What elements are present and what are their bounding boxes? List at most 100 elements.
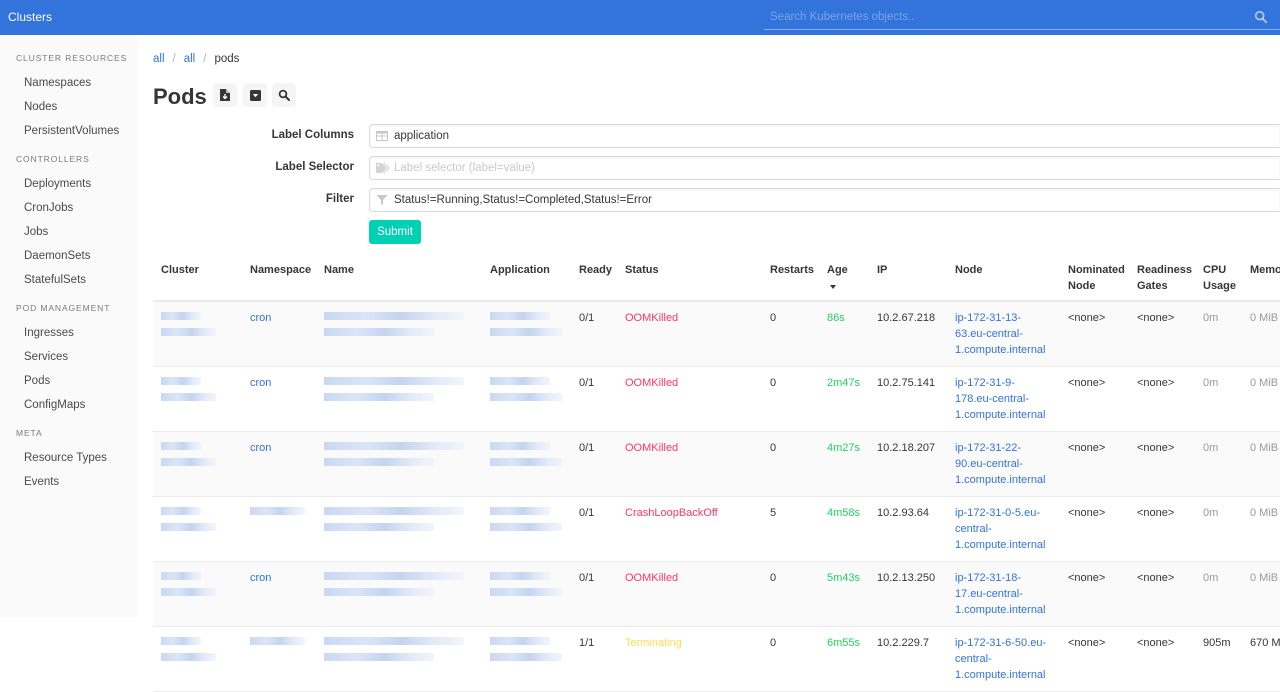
ready-cell: 0/1 bbox=[571, 366, 617, 432]
column-header-cpu-usage[interactable]: CPU Usage bbox=[1195, 254, 1242, 302]
sort-descending-icon bbox=[830, 285, 836, 289]
node-link[interactable]: ip-172-31-6-50.eu-central-1.compute.inte… bbox=[955, 637, 1046, 681]
memory-usage-cell: 0 MiB bbox=[1242, 301, 1280, 367]
sidebar-item-pods[interactable]: Pods bbox=[24, 375, 50, 387]
sidebar-item-configmaps[interactable]: ConfigMaps bbox=[24, 399, 85, 411]
sidebar-section-pod-management: Pod Management bbox=[16, 303, 111, 313]
sidebar-item-jobs[interactable]: Jobs bbox=[24, 226, 48, 238]
column-header-nominated-node[interactable]: Nominated Node bbox=[1060, 254, 1129, 302]
sidebar-item-statefulsets[interactable]: StatefulSets bbox=[24, 274, 86, 286]
breadcrumb-namespace-link[interactable]: all bbox=[184, 53, 196, 65]
namespace-cell: cron bbox=[242, 301, 316, 367]
column-header-cluster[interactable]: Cluster bbox=[153, 254, 242, 302]
search-input[interactable] bbox=[764, 6, 1244, 28]
application-cell bbox=[482, 366, 571, 432]
expand-toggle-button[interactable] bbox=[243, 83, 267, 107]
namespace-link[interactable]: cron bbox=[250, 312, 271, 324]
node-link[interactable]: ip-172-31-9-178.eu-central-1.compute.int… bbox=[955, 377, 1046, 421]
sidebar-item-ingresses[interactable]: Ingresses bbox=[24, 327, 74, 339]
top-navbar: Clusters bbox=[0, 0, 1280, 35]
column-header-application[interactable]: Application bbox=[482, 254, 571, 302]
namespace-link[interactable]: cron bbox=[250, 572, 271, 584]
column-header-node[interactable]: Node bbox=[947, 254, 1060, 302]
cluster-redacted bbox=[161, 523, 216, 531]
nominated-node-cell: <none> bbox=[1060, 496, 1129, 562]
node-cell: ip-172-31-9-178.eu-central-1.compute.int… bbox=[947, 366, 1060, 432]
column-header-memory-usage[interactable]: Memory Usage bbox=[1242, 254, 1280, 302]
column-header-ready[interactable]: Ready bbox=[571, 254, 617, 302]
cluster-redacted bbox=[161, 328, 216, 336]
cluster-redacted bbox=[161, 507, 201, 515]
column-header-ip[interactable]: IP bbox=[869, 254, 947, 302]
label-columns-label: Label Columns bbox=[271, 129, 354, 141]
sidebar-item-daemonsets[interactable]: DaemonSets bbox=[24, 250, 90, 262]
status-cell: OOMKilled bbox=[617, 431, 762, 497]
column-header-readiness-gates[interactable]: Readiness Gates bbox=[1129, 254, 1195, 302]
submit-button[interactable]: Submit bbox=[369, 220, 421, 244]
search-icon bbox=[278, 89, 290, 101]
column-header-status[interactable]: Status bbox=[617, 254, 762, 302]
sidebar-item-services[interactable]: Services bbox=[24, 351, 68, 363]
search-toggle-button[interactable] bbox=[272, 83, 296, 107]
application-redacted bbox=[490, 393, 562, 401]
pod-name-redacted bbox=[324, 572, 464, 580]
table-row[interactable]: 1/1 Terminating 0 6m55s 10.2.229.7 ip-172-31-… bbox=[153, 626, 1280, 692]
ip-cell: 10.2.93.64 bbox=[869, 496, 947, 562]
pods-table: Cluster Namespace Name Application Ready… bbox=[153, 254, 1280, 692]
pod-name-redacted bbox=[324, 653, 434, 661]
table-row[interactable]: cron 0/1 OOMKilled 0 2m47s 10.2.75.141 ip-172-… bbox=[153, 366, 1280, 432]
sidebar-item-resource-types[interactable]: Resource Types bbox=[24, 452, 107, 464]
table-row[interactable]: cron 0/1 OOMKilled 0 86s 10.2.67.218 ip-172-31… bbox=[153, 301, 1280, 367]
table-columns-icon bbox=[376, 131, 388, 141]
cpu-usage-cell: 0m bbox=[1195, 366, 1242, 432]
label-selector-input[interactable] bbox=[394, 160, 1264, 176]
column-header-namespace[interactable]: Namespace bbox=[242, 254, 316, 302]
sidebar-section-controllers: Controllers bbox=[16, 154, 90, 164]
sidebar-item-persistentvolumes[interactable]: PersistentVolumes bbox=[24, 125, 119, 137]
namespace-cell bbox=[242, 626, 316, 692]
application-cell bbox=[482, 301, 571, 367]
breadcrumb-current: pods bbox=[214, 53, 240, 65]
table-row[interactable]: 0/1 CrashLoopBackOff 5 4m58s 10.2.93.64 ip-17… bbox=[153, 496, 1280, 562]
age-cell: 86s bbox=[819, 301, 869, 367]
node-link[interactable]: ip-172-31-13-63.eu-central-1.compute.int… bbox=[955, 312, 1046, 356]
sidebar-item-cronjobs[interactable]: CronJobs bbox=[24, 202, 73, 214]
breadcrumb-separator: / bbox=[172, 53, 176, 65]
application-redacted bbox=[490, 377, 550, 385]
node-link[interactable]: ip-172-31-0-5.eu-central-1.compute.inter… bbox=[955, 507, 1046, 551]
column-header-age[interactable]: Age bbox=[819, 254, 869, 302]
column-header-name[interactable]: Name bbox=[316, 254, 482, 302]
cluster-cell bbox=[153, 431, 242, 497]
brand-link[interactable]: Clusters bbox=[8, 10, 52, 24]
age-cell: 2m47s bbox=[819, 366, 869, 432]
readiness-gates-cell: <none> bbox=[1129, 301, 1195, 367]
column-header-restarts[interactable]: Restarts bbox=[762, 254, 819, 302]
status-cell: CrashLoopBackOff bbox=[617, 496, 762, 562]
label-selector-field bbox=[369, 156, 1280, 180]
breadcrumb-cluster-link[interactable]: all bbox=[153, 53, 165, 65]
download-button[interactable] bbox=[213, 83, 237, 107]
pod-name-redacted bbox=[324, 507, 464, 515]
label-columns-input[interactable] bbox=[394, 128, 1264, 144]
sidebar-item-namespaces[interactable]: Namespaces bbox=[24, 77, 91, 89]
age-cell: 4m58s bbox=[819, 496, 869, 562]
pod-name-cell bbox=[316, 626, 482, 692]
global-search bbox=[764, 6, 1280, 30]
sidebar-item-events[interactable]: Events bbox=[24, 476, 59, 488]
sidebar-item-deployments[interactable]: Deployments bbox=[24, 178, 91, 190]
nominated-node-cell: <none> bbox=[1060, 366, 1129, 432]
sidebar-item-nodes[interactable]: Nodes bbox=[24, 101, 57, 113]
table-header-row: Cluster Namespace Name Application Ready… bbox=[153, 254, 1280, 302]
memory-usage-cell: 0 MiB bbox=[1242, 366, 1280, 432]
application-redacted bbox=[490, 653, 562, 661]
restarts-cell: 0 bbox=[762, 366, 819, 432]
node-link[interactable]: ip-172-31-22-90.eu-central-1.compute.int… bbox=[955, 442, 1046, 486]
table-row[interactable]: cron 0/1 OOMKilled 0 4m27s 10.2.18.207 ip-172-… bbox=[153, 431, 1280, 497]
pod-name-cell bbox=[316, 431, 482, 497]
namespace-link[interactable]: cron bbox=[250, 442, 271, 454]
node-link[interactable]: ip-172-31-18-17.eu-central-1.compute.int… bbox=[955, 572, 1046, 616]
readiness-gates-cell: <none> bbox=[1129, 366, 1195, 432]
namespace-link[interactable]: cron bbox=[250, 377, 271, 389]
search-icon[interactable] bbox=[1254, 10, 1268, 24]
filter-input[interactable] bbox=[394, 192, 1264, 208]
